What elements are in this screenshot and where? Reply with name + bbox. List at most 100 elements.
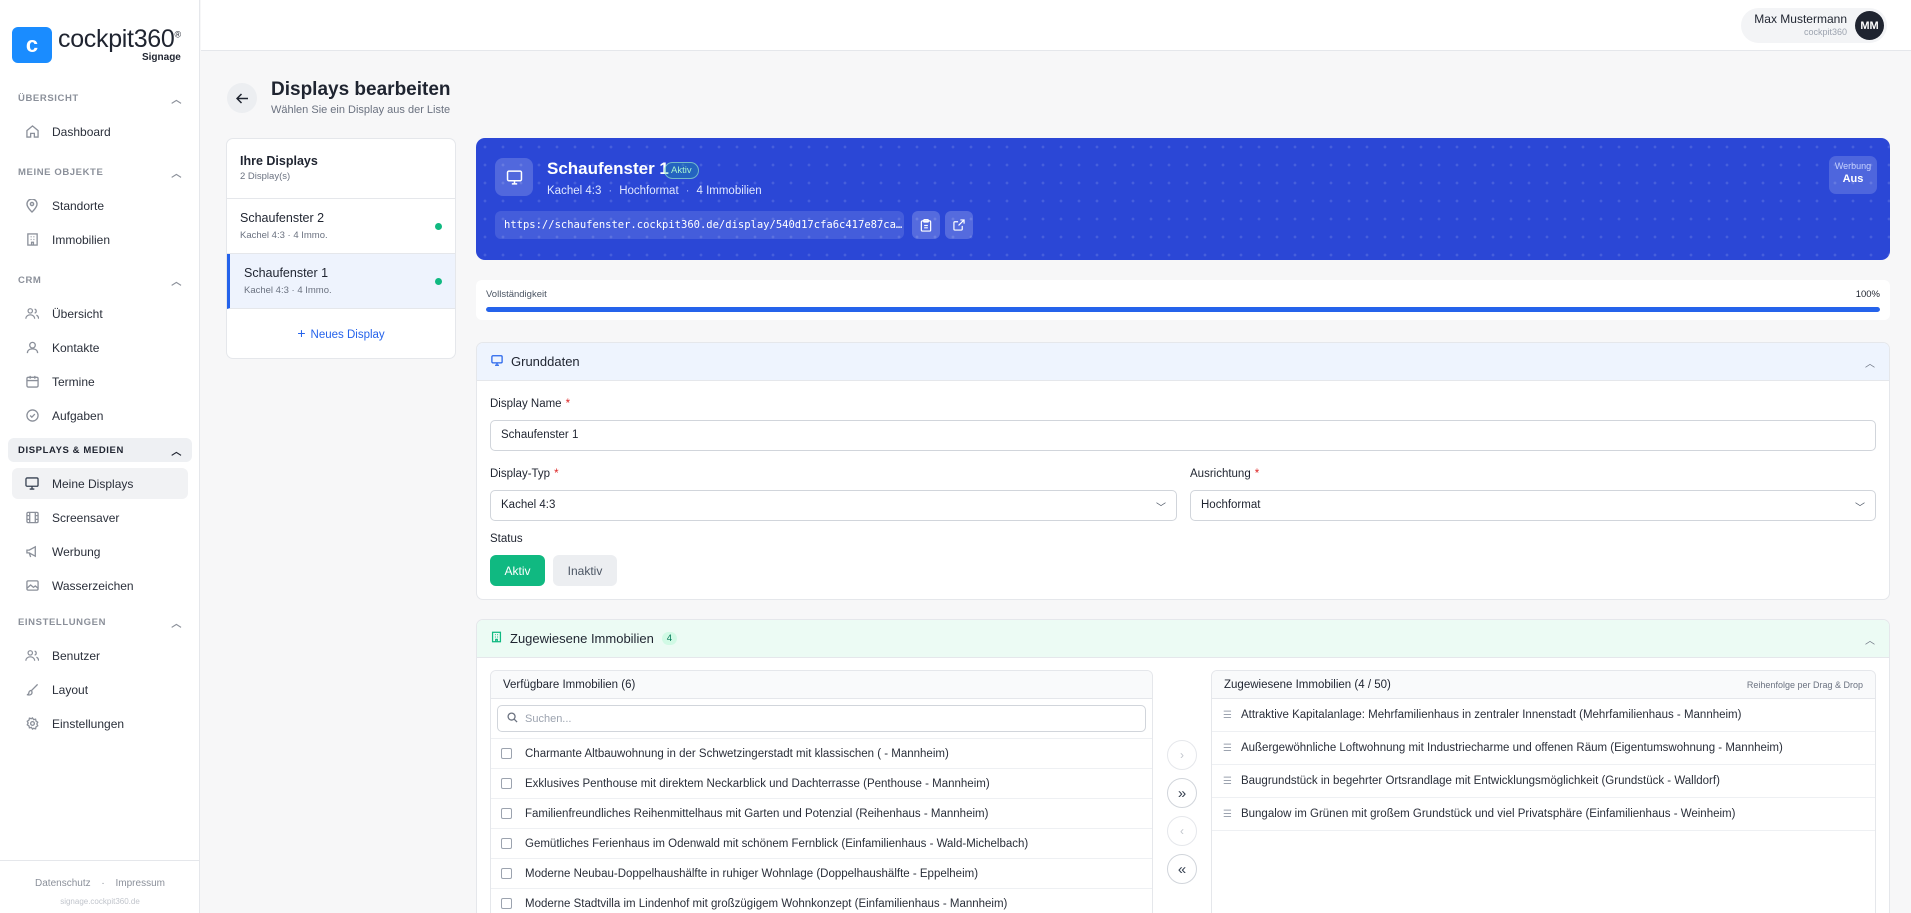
sidebar-item-termine[interactable]: Termine [12,366,188,397]
checkbox[interactable] [501,748,512,759]
sidebar-item-meine-displays[interactable]: Meine Displays [12,468,188,499]
move-all-left-button[interactable]: « [1167,854,1197,884]
nav-section-objects[interactable]: MEINE OBJEKTE ︿ [0,160,200,184]
sidebar-item-immobilien[interactable]: Immobilien [12,224,188,255]
list-item[interactable]: ☰ Bungalow im Grünen mit großem Grundstüc… [1212,798,1875,831]
display-list-item-selected[interactable]: Schaufenster 1 Kachel 4:3 · 4 Immo. [227,254,455,309]
registered-mark: ® [174,29,182,40]
sidebar-item-label: Aufgaben [52,408,104,423]
list-item[interactable]: ☰ Baugrundstück in begehrter Ortsrandlage… [1212,765,1875,798]
nav-section-crm[interactable]: CRM ︿ [0,268,200,292]
image-icon [24,578,40,594]
display-name-field[interactable]: Schaufenster 1 [490,420,1876,451]
sidebar-item-dashboard[interactable]: Dashboard [12,116,188,147]
sidebar-item-kontakte[interactable]: Kontakte [12,332,188,363]
checkbox[interactable] [501,868,512,879]
status-active-button[interactable]: Aktiv [490,555,545,586]
plus-icon: + [297,325,306,341]
display-url[interactable]: https://schaufenster.cockpit360.de/displ… [495,211,904,239]
immobilien-title: Zugewiesene Immobilien [510,631,654,646]
page-title: Displays bearbeiten [271,79,451,100]
list-item[interactable]: Moderne Neubau-Doppelhaushälfte in ruhig… [491,858,1152,888]
sidebar-item-label: Übersicht [52,306,103,321]
sidebar-item-benutzer[interactable]: Benutzer [12,640,188,671]
list-item[interactable]: ☰ Attraktive Kapitalanlage: Mehrfamilienh… [1212,699,1875,732]
display-meta: Kachel 4:3 · 4 Immo. [240,230,328,241]
list-item[interactable]: Moderne Stadtvilla im Lindenhof mit groß… [491,888,1152,913]
monitor-icon [491,354,503,369]
drag-handle-icon[interactable]: ☰ [1223,809,1232,820]
grunddaten-header[interactable]: Grunddaten ︿ [477,343,1889,381]
page-subtitle: Wählen Sie ein Display aus der Liste [271,104,451,116]
sidebar-item-aufgaben[interactable]: Aufgaben [12,400,188,431]
display-type-select[interactable]: Kachel 4:3 ﹀ [490,490,1177,521]
film-icon [24,510,40,526]
copy-url-button[interactable] [912,211,940,239]
search-input[interactable]: Suchen... [497,705,1146,732]
list-item[interactable]: Charmante Altbauwohnung in der Schwetzin… [491,738,1152,768]
immobilien-card: Zugewiesene Immobilien 4 ︿ Verfügbare Im… [476,619,1890,913]
list-item[interactable]: Familienfreundliches Reihenmittelhaus mi… [491,798,1152,828]
open-external-button[interactable] [945,211,973,239]
status-dot [435,223,442,230]
hero-meta-type: Kachel 4:3 [547,185,602,197]
sidebar-item-standorte[interactable]: Standorte [12,190,188,221]
sidebar-item-label: Layout [52,682,89,697]
list-item[interactable]: Gemütliches Ferienhaus im Odenwald mit s… [491,828,1152,858]
orientation-select[interactable]: Hochformat ﹀ [1190,490,1876,521]
sidebar-item-label: Wasserzeichen [52,578,134,593]
search-placeholder: Suchen... [525,712,572,725]
checkbox[interactable] [501,898,512,909]
drag-handle-icon[interactable]: ☰ [1223,710,1232,721]
sidebar-item-einstellungen[interactable]: Einstellungen [12,708,188,739]
avatar: MM [1855,11,1884,40]
nav-section-overview[interactable]: ÜBERSICHT ︿ [0,86,200,110]
display-type-label: Display-Typ * [490,468,559,480]
imprint-link[interactable]: Impressum [116,878,165,889]
ad-status[interactable]: Werbung Aus [1829,156,1877,194]
chevron-up-icon[interactable]: ︿ [1865,355,1875,370]
drag-handle-icon[interactable]: ☰ [1223,776,1232,787]
sidebar-item-wasserzeichen[interactable]: Wasserzeichen [12,570,188,601]
display-type-value: Kachel 4:3 [501,499,556,511]
monitor-icon [24,476,40,492]
status-inactive-button[interactable]: Inaktiv [553,555,617,586]
chevron-up-icon: ︿ [171,446,182,458]
list-item-label: Familienfreundliches Reihenmittelhaus mi… [525,807,989,820]
sidebar-item-screensaver[interactable]: Screensaver [12,502,188,533]
sidebar-item-werbung[interactable]: Werbung [12,536,188,567]
progress-value: 100% [1855,289,1880,300]
ad-value: Aus [1842,173,1864,185]
list-item-label: Gemütliches Ferienhaus im Odenwald mit s… [525,837,1029,850]
nav-section-settings[interactable]: EINSTELLUNGEN ︿ [0,610,200,634]
checkbox[interactable] [501,808,512,819]
move-left-button[interactable]: ‹ [1167,816,1197,846]
move-all-right-button[interactable]: » [1167,778,1197,808]
new-display-label: Neues Display [310,329,385,341]
back-button[interactable] [227,83,257,113]
status-label: Status [490,533,523,545]
user-menu[interactable]: Max Mustermann cockpit360 MM [1741,8,1887,43]
chevron-down-icon: ﹀ [1156,503,1166,514]
drag-handle-icon[interactable]: ☰ [1223,743,1232,754]
users-icon [24,306,40,322]
checkbox[interactable] [501,778,512,789]
display-meta: Kachel 4:3 · 4 Immo. [244,285,332,296]
list-item[interactable]: Exklusives Penthouse mit direktem Neckar… [491,768,1152,798]
move-right-button[interactable]: › [1167,740,1197,770]
display-name: Schaufenster 1 [244,266,329,280]
new-display-button[interactable]: + Neues Display [227,325,455,341]
sidebar-nav: ÜBERSICHT ︿ Dashboard MEINE OBJEKTE ︿ Stan… [0,86,200,742]
privacy-link[interactable]: Datenschutz [35,878,91,889]
map-pin-icon [24,198,40,214]
display-list-item[interactable]: Schaufenster 2 Kachel 4:3 · 4 Immo. [227,199,455,254]
checkbox[interactable] [501,838,512,849]
list-item[interactable]: ☰ Außergewöhnliche Loftwohnung mit Indust… [1212,732,1875,765]
chevron-up-icon[interactable]: ︿ [1865,632,1875,647]
nav-section-displays[interactable]: DISPLAYS & MEDIEN ︿ [8,438,192,462]
sidebar-item-layout[interactable]: Layout [12,674,188,705]
sidebar-item-label: Benutzer [52,648,101,663]
sidebar-item-crm-uebersicht[interactable]: Übersicht [12,298,188,329]
immobilien-header[interactable]: Zugewiesene Immobilien 4 ︿ [477,620,1889,658]
brand-logo[interactable]: c cockpit360® Signage [12,27,181,63]
